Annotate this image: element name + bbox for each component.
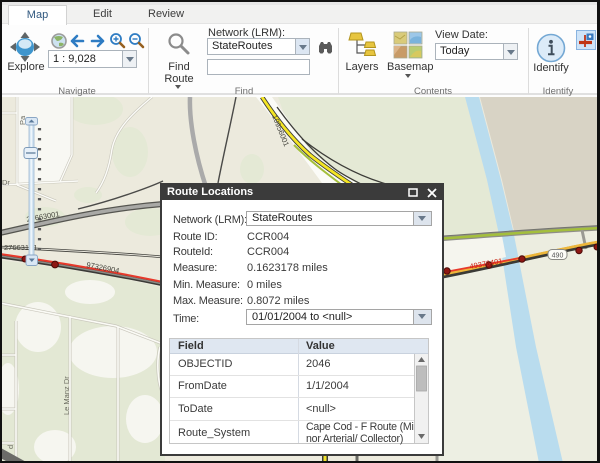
svg-text:490: 490	[552, 253, 564, 260]
svg-text:Dr: Dr	[2, 178, 10, 187]
svg-text:d: d	[6, 445, 15, 449]
svg-text:Le Manz Dr: Le Manz Dr	[62, 376, 71, 415]
